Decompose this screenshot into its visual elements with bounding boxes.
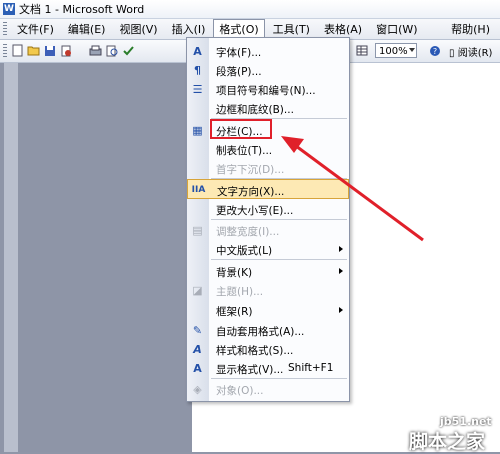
- menu-item-object[interactable]: ◈ 对象(O)...: [187, 379, 349, 399]
- submenu-arrow-icon: [339, 268, 343, 274]
- menu-item-fit-text[interactable]: ▤ 调整宽度(I)...: [187, 220, 349, 240]
- zoom-select[interactable]: 100%: [375, 43, 417, 58]
- menu-help[interactable]: 帮助(H): [445, 19, 496, 39]
- annotation-box: [210, 119, 272, 139]
- watermark-brand: 脚本之家: [409, 431, 486, 453]
- menubar-grip[interactable]: [3, 22, 7, 36]
- styles-icon: A: [193, 342, 202, 356]
- submenu-arrow-icon: [339, 307, 343, 313]
- print-icon[interactable]: [89, 44, 102, 57]
- save-icon[interactable]: [43, 44, 56, 57]
- read-icon: ▯: [449, 48, 455, 59]
- paragraph-icon: ¶: [194, 63, 201, 77]
- theme-icon: ◪: [192, 283, 203, 297]
- permission-icon[interactable]: [59, 44, 72, 57]
- spell-icon[interactable]: [121, 44, 134, 57]
- text-direction-icon: IIA: [191, 185, 206, 195]
- menu-item-autoformat[interactable]: ✎ 自动套用格式(A)...: [187, 320, 349, 340]
- menu-item-font[interactable]: A 字体(F)...: [187, 41, 349, 61]
- menu-item-tabs[interactable]: 制表位(T)...: [187, 139, 349, 159]
- menu-window[interactable]: 窗口(W): [370, 19, 423, 39]
- preview-icon[interactable]: [105, 44, 118, 57]
- menu-item-theme[interactable]: ◪ 主题(H)...: [187, 280, 349, 300]
- autoformat-icon: ✎: [192, 323, 203, 337]
- menu-table[interactable]: 表格(A): [318, 19, 368, 39]
- table-icon[interactable]: [355, 44, 368, 57]
- svg-text:?: ?: [432, 47, 436, 56]
- open-icon[interactable]: [27, 44, 40, 57]
- menu-edit[interactable]: 编辑(E): [62, 19, 112, 39]
- object-icon: ◈: [193, 382, 202, 396]
- vertical-ruler: [4, 63, 18, 452]
- menu-item-drop-cap[interactable]: 首字下沉(D)...: [187, 158, 349, 178]
- format-menu: A 字体(F)... ¶ 段落(P)... ☰ 项目符号和编号(N)... 边框…: [186, 37, 350, 402]
- word-app-icon: W: [3, 3, 15, 15]
- menu-item-change-case[interactable]: 更改大小写(E)...: [187, 199, 349, 219]
- zoom-value: 100%: [379, 46, 408, 57]
- menu-item-bullets[interactable]: ☰ 项目符号和编号(N)...: [187, 79, 349, 99]
- title-bar: W 文档 1 - Microsoft Word: [0, 0, 500, 19]
- menu-item-frames[interactable]: 框架(R): [187, 300, 349, 320]
- menu-file[interactable]: 文件(F): [11, 19, 60, 39]
- menu-item-paragraph[interactable]: ¶ 段落(P)...: [187, 60, 349, 80]
- menu-item-text-direction[interactable]: IIA 文字方向(X)...: [187, 179, 349, 199]
- new-icon[interactable]: [11, 44, 24, 57]
- columns-icon: ▦: [192, 123, 203, 137]
- toolbar-grip[interactable]: [3, 44, 7, 58]
- menu-item-reveal-formatting[interactable]: A 显示格式(V)... Shift+F1: [187, 358, 349, 378]
- menu-item-background[interactable]: 背景(K): [187, 261, 349, 281]
- menu-insert[interactable]: 插入(I): [166, 19, 212, 39]
- submenu-arrow-icon: [339, 246, 343, 252]
- reveal-formatting-icon: A: [193, 361, 202, 375]
- window-title: 文档 1 - Microsoft Word: [19, 3, 145, 16]
- chevron-down-icon: [409, 48, 415, 52]
- menu-item-borders[interactable]: 边框和底纹(B)...: [187, 98, 349, 118]
- shortcut-label: Shift+F1: [288, 362, 334, 374]
- menu-separator: [211, 259, 347, 260]
- menu-item-styles[interactable]: A 样式和格式(S)...: [187, 339, 349, 359]
- menu-item-asian-layout[interactable]: 中文版式(L): [187, 239, 349, 259]
- font-icon: A: [193, 44, 202, 58]
- help-icon[interactable]: ?: [428, 44, 441, 57]
- menu-tools[interactable]: 工具(T): [267, 19, 316, 39]
- read-button-label: 阅读(R): [457, 48, 493, 59]
- menu-view[interactable]: 视图(V): [113, 19, 163, 39]
- read-button[interactable]: ▯ 阅读(R): [449, 44, 492, 59]
- bullets-icon: ☰: [192, 82, 203, 96]
- fit-text-icon: ▤: [192, 223, 203, 237]
